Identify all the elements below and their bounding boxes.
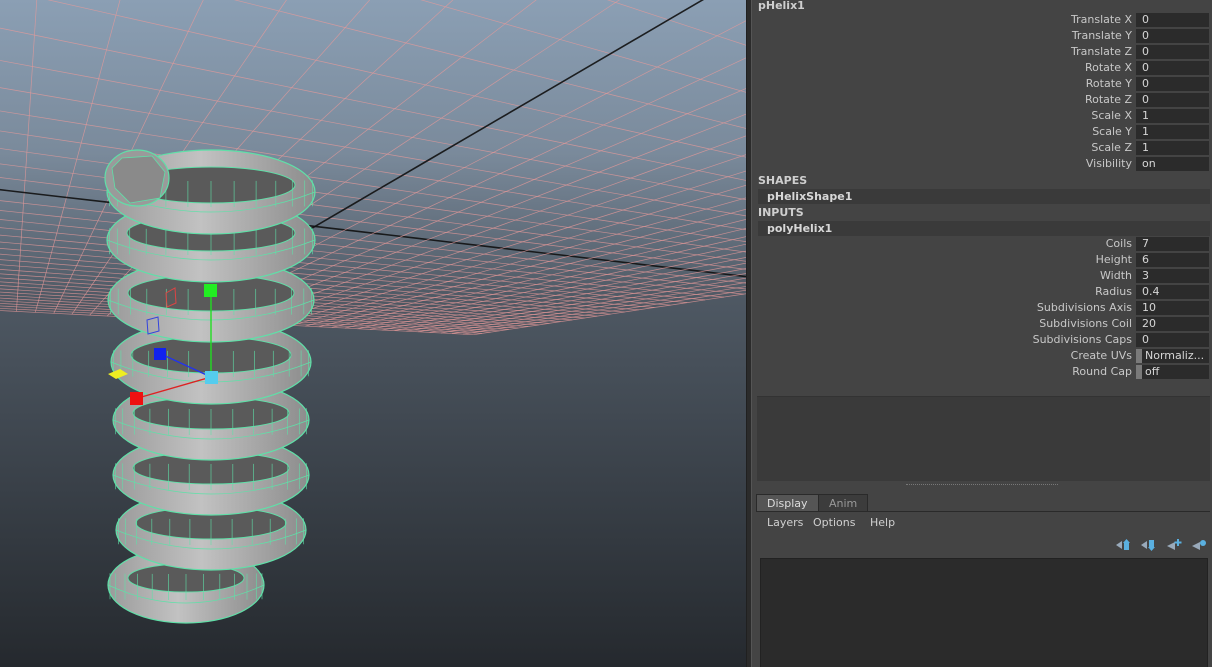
attr-row-scale-y[interactable]: Scale Y 1 <box>752 124 1212 140</box>
attr-value-field[interactable]: 0.4 <box>1136 285 1209 299</box>
attr-label[interactable]: Height <box>1096 253 1132 266</box>
attr-label[interactable]: Create UVs <box>1071 349 1132 362</box>
attr-label[interactable]: Subdivisions Coil <box>1039 317 1132 330</box>
attr-label[interactable]: Visibility <box>1086 157 1132 170</box>
new-layer-icon[interactable] <box>1165 538 1183 552</box>
attr-row-scale-z[interactable]: Scale Z 1 <box>752 140 1212 156</box>
object-name[interactable]: pHelix1 <box>758 0 805 12</box>
tab-display[interactable]: Display <box>756 494 819 512</box>
move-layer-up-icon[interactable] <box>1114 538 1132 552</box>
attr-label[interactable]: Rotate Z <box>1085 93 1132 106</box>
menu-help[interactable]: Help <box>870 516 895 529</box>
shape-node-row[interactable]: pHelixShape1 <box>758 189 1210 204</box>
layer-list[interactable] <box>760 558 1208 667</box>
attr-row-subdivisions-axis[interactable]: Subdivisions Axis 10 <box>752 300 1212 316</box>
input-node-name: polyHelix1 <box>767 222 833 235</box>
attr-label[interactable]: Rotate Y <box>1086 77 1132 90</box>
inputs-header: INPUTS <box>758 206 804 219</box>
attr-row-subdivisions-caps[interactable]: Subdivisions Caps 0 <box>752 332 1212 348</box>
attr-row-translate-z[interactable]: Translate Z 0 <box>752 44 1212 60</box>
attr-label[interactable]: Rotate X <box>1085 61 1132 74</box>
menu-layers[interactable]: Layers <box>767 516 803 529</box>
helix-mesh[interactable] <box>104 149 316 624</box>
attr-value-field[interactable]: 1 <box>1136 125 1209 139</box>
attr-value-field[interactable]: 0 <box>1136 45 1209 59</box>
attr-value-field[interactable]: 7 <box>1136 237 1209 251</box>
attr-label[interactable]: Subdivisions Axis <box>1037 301 1132 314</box>
attr-label[interactable]: Coils <box>1106 237 1132 250</box>
attr-row-subdivisions-coil[interactable]: Subdivisions Coil 20 <box>752 316 1212 332</box>
center-scale-handle[interactable] <box>205 371 218 384</box>
y-axis-scale-handle[interactable] <box>204 284 217 297</box>
attr-row-width[interactable]: Width 3 <box>752 268 1212 284</box>
attr-row-translate-y[interactable]: Translate Y 0 <box>752 28 1212 44</box>
attr-row-radius[interactable]: Radius 0.4 <box>752 284 1212 300</box>
attr-label[interactable]: Subdivisions Caps <box>1033 333 1132 346</box>
shapes-header: SHAPES <box>758 174 808 187</box>
attr-row-height[interactable]: Height 6 <box>752 252 1212 268</box>
attr-label[interactable]: Width <box>1100 269 1132 282</box>
attr-value-field[interactable]: 1 <box>1136 141 1209 155</box>
attr-label[interactable]: Round Cap <box>1072 365 1132 378</box>
attr-row-rotate-y[interactable]: Rotate Y 0 <box>752 76 1212 92</box>
attr-value-field[interactable]: 0 <box>1136 333 1209 347</box>
attr-row-visibility[interactable]: Visibility on <box>752 156 1212 172</box>
attr-value-field[interactable]: 0 <box>1136 61 1209 75</box>
attr-value-field[interactable]: on <box>1136 157 1209 171</box>
attr-row-round-cap[interactable]: Round Cap off <box>752 364 1212 380</box>
attr-label[interactable]: Scale Z <box>1091 141 1132 154</box>
attr-label[interactable]: Scale Y <box>1092 125 1132 138</box>
channel-box: pHelix1 Translate X 0 Translate Y 0 Translat… <box>752 0 1212 667</box>
attr-value-field[interactable]: 6 <box>1136 253 1209 267</box>
attr-value-field[interactable]: 20 <box>1136 317 1209 331</box>
attr-value-field[interactable]: 3 <box>1136 269 1209 283</box>
attr-row-create-uvs[interactable]: Create UVs Normaliz... <box>752 348 1212 364</box>
layer-toolbar <box>1110 538 1210 552</box>
attr-value-field[interactable]: 0 <box>1136 93 1209 107</box>
attr-value-field[interactable]: 0 <box>1136 77 1209 91</box>
attr-value-field[interactable]: 10 <box>1136 301 1209 315</box>
shape-node-name: pHelixShape1 <box>767 190 853 203</box>
attr-row-rotate-x[interactable]: Rotate X 0 <box>752 60 1212 76</box>
tab-anim[interactable]: Anim <box>818 494 869 512</box>
z-axis-scale-handle[interactable] <box>154 348 166 360</box>
attr-label[interactable]: Scale X <box>1091 109 1132 122</box>
new-layer-from-selection-icon[interactable] <box>1190 538 1208 552</box>
panel-resize-grip[interactable] <box>906 484 1058 486</box>
menu-options[interactable]: Options <box>813 516 855 529</box>
attr-row-translate-x[interactable]: Translate X 0 <box>752 12 1212 28</box>
attr-value-field[interactable]: 1 <box>1136 109 1209 123</box>
layer-editor: Layers Options Help <box>756 511 1210 667</box>
attr-row-coils[interactable]: Coils 7 <box>752 236 1212 252</box>
viewport-canvas[interactable] <box>0 0 746 667</box>
attr-label[interactable]: Translate Y <box>1072 29 1132 42</box>
attr-row-rotate-z[interactable]: Rotate Z 0 <box>752 92 1212 108</box>
input-node-row[interactable]: polyHelix1 <box>758 221 1210 236</box>
attr-label[interactable]: Radius <box>1095 285 1132 298</box>
attr-value-field[interactable]: 0 <box>1136 13 1209 27</box>
perspective-viewport[interactable] <box>0 0 746 667</box>
attr-value-field[interactable]: 0 <box>1136 29 1209 43</box>
attr-label[interactable]: Translate X <box>1071 13 1132 26</box>
move-layer-down-icon[interactable] <box>1139 538 1157 552</box>
attr-row-scale-x[interactable]: Scale X 1 <box>752 108 1212 124</box>
channel-box-empty-area <box>757 396 1210 481</box>
attr-label[interactable]: Translate Z <box>1071 45 1132 58</box>
attr-value-field[interactable]: Normaliz... <box>1136 349 1209 363</box>
x-axis-scale-handle[interactable] <box>130 392 143 405</box>
attr-value-field[interactable]: off <box>1136 365 1209 379</box>
